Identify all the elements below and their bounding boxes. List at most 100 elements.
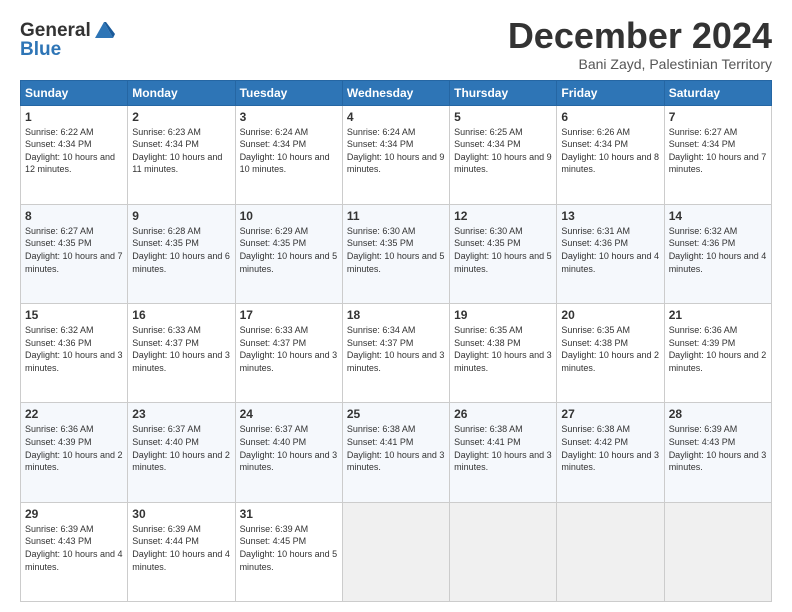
calendar-week-row: 8 Sunrise: 6:27 AM Sunset: 4:35 PM Dayli… [21,204,772,303]
calendar-cell: 7 Sunrise: 6:27 AM Sunset: 4:34 PM Dayli… [664,105,771,204]
day-info: Sunrise: 6:37 AM Sunset: 4:40 PM Dayligh… [132,423,230,473]
day-info: Sunrise: 6:32 AM Sunset: 4:36 PM Dayligh… [25,324,123,374]
day-number: 31 [240,507,338,521]
day-number: 14 [669,209,767,223]
day-info: Sunrise: 6:27 AM Sunset: 4:35 PM Dayligh… [25,225,123,275]
day-info: Sunrise: 6:36 AM Sunset: 4:39 PM Dayligh… [669,324,767,374]
calendar-cell: 31 Sunrise: 6:39 AM Sunset: 4:45 PM Dayl… [235,502,342,601]
day-info: Sunrise: 6:33 AM Sunset: 4:37 PM Dayligh… [132,324,230,374]
day-number: 12 [454,209,552,223]
day-info: Sunrise: 6:37 AM Sunset: 4:40 PM Dayligh… [240,423,338,473]
day-number: 2 [132,110,230,124]
day-number: 30 [132,507,230,521]
day-info: Sunrise: 6:25 AM Sunset: 4:34 PM Dayligh… [454,126,552,176]
day-info: Sunrise: 6:38 AM Sunset: 4:41 PM Dayligh… [454,423,552,473]
calendar-cell: 19 Sunrise: 6:35 AM Sunset: 4:38 PM Dayl… [450,304,557,403]
calendar-cell: 30 Sunrise: 6:39 AM Sunset: 4:44 PM Dayl… [128,502,235,601]
day-info: Sunrise: 6:27 AM Sunset: 4:34 PM Dayligh… [669,126,767,176]
calendar-week-row: 1 Sunrise: 6:22 AM Sunset: 4:34 PM Dayli… [21,105,772,204]
calendar-cell: 28 Sunrise: 6:39 AM Sunset: 4:43 PM Dayl… [664,403,771,502]
calendar-cell: 24 Sunrise: 6:37 AM Sunset: 4:40 PM Dayl… [235,403,342,502]
calendar-cell: 1 Sunrise: 6:22 AM Sunset: 4:34 PM Dayli… [21,105,128,204]
day-info: Sunrise: 6:26 AM Sunset: 4:34 PM Dayligh… [561,126,659,176]
calendar-table: SundayMondayTuesdayWednesdayThursdayFrid… [20,80,772,602]
calendar-body: 1 Sunrise: 6:22 AM Sunset: 4:34 PM Dayli… [21,105,772,601]
day-number: 4 [347,110,445,124]
day-info: Sunrise: 6:34 AM Sunset: 4:37 PM Dayligh… [347,324,445,374]
day-info: Sunrise: 6:35 AM Sunset: 4:38 PM Dayligh… [561,324,659,374]
day-info: Sunrise: 6:39 AM Sunset: 4:45 PM Dayligh… [240,523,338,573]
day-info: Sunrise: 6:28 AM Sunset: 4:35 PM Dayligh… [132,225,230,275]
header: General Blue December 2024 Bani Zayd, Pa… [20,16,772,72]
calendar-cell: 25 Sunrise: 6:38 AM Sunset: 4:41 PM Dayl… [342,403,449,502]
weekday-header: Saturday [664,80,771,105]
day-number: 8 [25,209,123,223]
weekday-header: Wednesday [342,80,449,105]
calendar-cell: 14 Sunrise: 6:32 AM Sunset: 4:36 PM Dayl… [664,204,771,303]
day-number: 3 [240,110,338,124]
day-number: 17 [240,308,338,322]
calendar-cell [450,502,557,601]
day-info: Sunrise: 6:29 AM Sunset: 4:35 PM Dayligh… [240,225,338,275]
calendar-cell: 3 Sunrise: 6:24 AM Sunset: 4:34 PM Dayli… [235,105,342,204]
day-info: Sunrise: 6:24 AM Sunset: 4:34 PM Dayligh… [347,126,445,176]
day-number: 24 [240,407,338,421]
day-number: 27 [561,407,659,421]
day-number: 15 [25,308,123,322]
calendar-cell: 22 Sunrise: 6:36 AM Sunset: 4:39 PM Dayl… [21,403,128,502]
day-number: 22 [25,407,123,421]
calendar-header-row: SundayMondayTuesdayWednesdayThursdayFrid… [21,80,772,105]
day-info: Sunrise: 6:32 AM Sunset: 4:36 PM Dayligh… [669,225,767,275]
weekday-header: Monday [128,80,235,105]
calendar-cell: 11 Sunrise: 6:30 AM Sunset: 4:35 PM Dayl… [342,204,449,303]
calendar-cell: 2 Sunrise: 6:23 AM Sunset: 4:34 PM Dayli… [128,105,235,204]
day-info: Sunrise: 6:39 AM Sunset: 4:44 PM Dayligh… [132,523,230,573]
calendar-cell [557,502,664,601]
calendar-cell: 16 Sunrise: 6:33 AM Sunset: 4:37 PM Dayl… [128,304,235,403]
day-number: 6 [561,110,659,124]
day-info: Sunrise: 6:35 AM Sunset: 4:38 PM Dayligh… [454,324,552,374]
day-info: Sunrise: 6:30 AM Sunset: 4:35 PM Dayligh… [454,225,552,275]
day-info: Sunrise: 6:39 AM Sunset: 4:43 PM Dayligh… [25,523,123,573]
weekday-header: Sunday [21,80,128,105]
calendar-cell: 6 Sunrise: 6:26 AM Sunset: 4:34 PM Dayli… [557,105,664,204]
day-info: Sunrise: 6:23 AM Sunset: 4:34 PM Dayligh… [132,126,230,176]
day-number: 29 [25,507,123,521]
calendar-cell: 18 Sunrise: 6:34 AM Sunset: 4:37 PM Dayl… [342,304,449,403]
calendar-cell: 29 Sunrise: 6:39 AM Sunset: 4:43 PM Dayl… [21,502,128,601]
calendar-week-row: 15 Sunrise: 6:32 AM Sunset: 4:36 PM Dayl… [21,304,772,403]
day-info: Sunrise: 6:39 AM Sunset: 4:43 PM Dayligh… [669,423,767,473]
logo: General Blue [20,20,115,61]
calendar-cell: 21 Sunrise: 6:36 AM Sunset: 4:39 PM Dayl… [664,304,771,403]
weekday-header: Tuesday [235,80,342,105]
calendar-cell: 12 Sunrise: 6:30 AM Sunset: 4:35 PM Dayl… [450,204,557,303]
calendar-cell: 26 Sunrise: 6:38 AM Sunset: 4:41 PM Dayl… [450,403,557,502]
calendar-cell: 23 Sunrise: 6:37 AM Sunset: 4:40 PM Dayl… [128,403,235,502]
day-number: 10 [240,209,338,223]
day-number: 9 [132,209,230,223]
day-number: 16 [132,308,230,322]
calendar-cell: 17 Sunrise: 6:33 AM Sunset: 4:37 PM Dayl… [235,304,342,403]
logo-blue: Blue [20,40,115,61]
day-info: Sunrise: 6:38 AM Sunset: 4:42 PM Dayligh… [561,423,659,473]
day-number: 13 [561,209,659,223]
day-number: 5 [454,110,552,124]
location-subtitle: Bani Zayd, Palestinian Territory [508,56,772,72]
title-block: December 2024 Bani Zayd, Palestinian Ter… [508,16,772,72]
calendar-cell: 20 Sunrise: 6:35 AM Sunset: 4:38 PM Dayl… [557,304,664,403]
day-number: 23 [132,407,230,421]
calendar-cell: 9 Sunrise: 6:28 AM Sunset: 4:35 PM Dayli… [128,204,235,303]
logo-icon [93,20,115,40]
calendar-cell: 10 Sunrise: 6:29 AM Sunset: 4:35 PM Dayl… [235,204,342,303]
day-info: Sunrise: 6:36 AM Sunset: 4:39 PM Dayligh… [25,423,123,473]
calendar-week-row: 22 Sunrise: 6:36 AM Sunset: 4:39 PM Dayl… [21,403,772,502]
day-info: Sunrise: 6:30 AM Sunset: 4:35 PM Dayligh… [347,225,445,275]
day-number: 28 [669,407,767,421]
day-info: Sunrise: 6:33 AM Sunset: 4:37 PM Dayligh… [240,324,338,374]
day-number: 20 [561,308,659,322]
calendar-cell [664,502,771,601]
calendar-cell: 8 Sunrise: 6:27 AM Sunset: 4:35 PM Dayli… [21,204,128,303]
day-number: 1 [25,110,123,124]
day-number: 11 [347,209,445,223]
calendar-cell: 27 Sunrise: 6:38 AM Sunset: 4:42 PM Dayl… [557,403,664,502]
